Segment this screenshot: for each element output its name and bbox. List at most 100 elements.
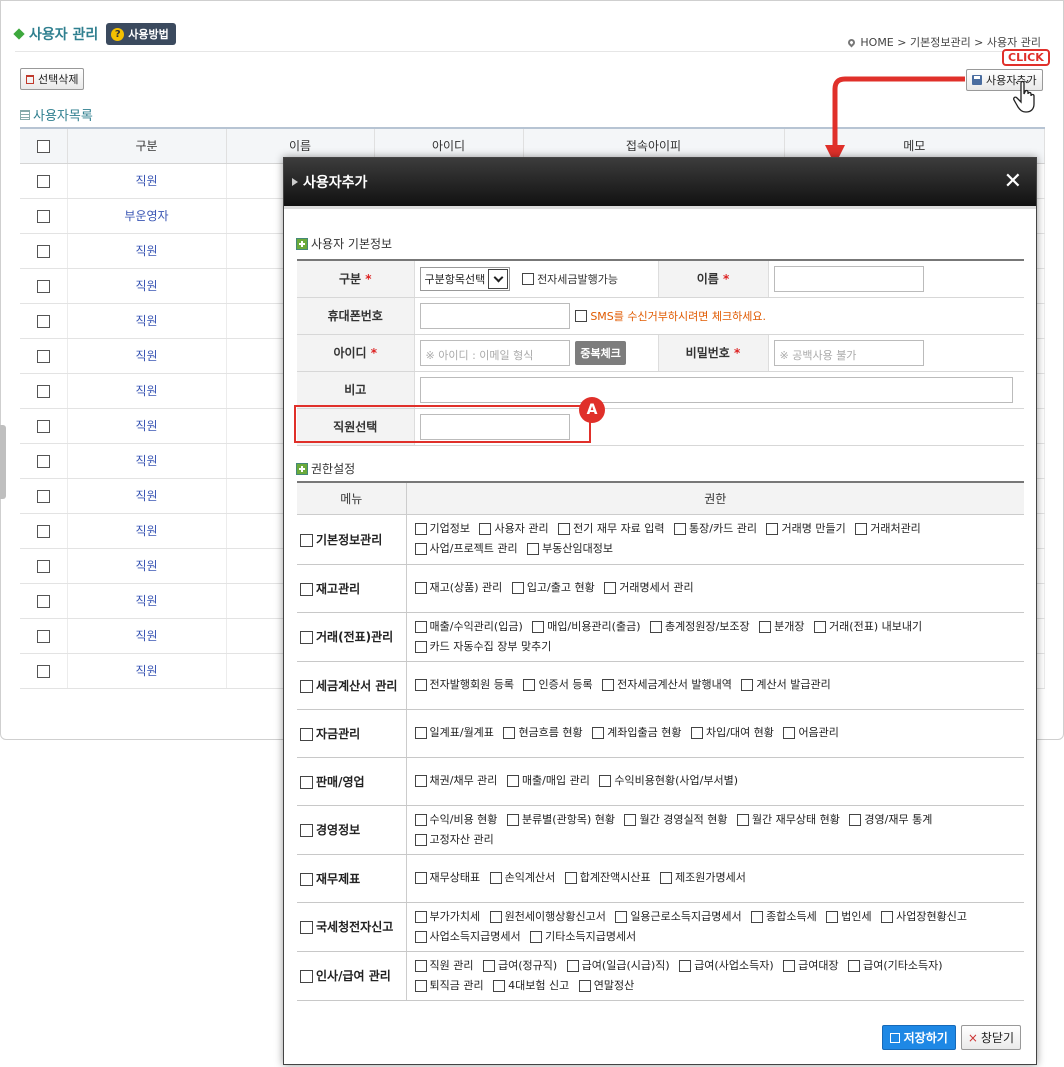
permission-checkbox[interactable] [602,679,615,691]
menu-checkbox[interactable] [300,970,313,983]
permission-item[interactable]: 계좌입출금 현황 [592,726,682,739]
row-category[interactable]: 직원 [67,268,227,304]
permission-checkbox[interactable] [849,813,862,826]
permission-checkbox[interactable] [826,910,839,923]
row-category[interactable]: 직원 [67,163,227,199]
permission-checkbox[interactable] [558,523,571,535]
row-checkbox[interactable] [36,419,50,433]
permission-item[interactable]: 퇴직금 관리 [414,979,484,992]
note-input[interactable] [419,376,1013,403]
permission-item[interactable]: 직원 관리 [414,959,473,972]
permission-checkbox[interactable] [414,910,427,923]
permission-item[interactable]: 어음관리 [783,726,839,739]
row-checkbox[interactable] [36,594,50,608]
category-select[interactable]: 구분항목선택 [419,266,511,291]
row-category[interactable]: 부운영자 [67,198,227,234]
permission-checkbox[interactable] [506,775,519,787]
permission-menu-cell[interactable]: 거래(전표)관리 [297,612,407,662]
permission-item[interactable]: 수익비용현황(사업/부서별) [599,774,738,787]
permission-item[interactable]: 월간 경영실적 현황 [624,813,727,826]
permission-item[interactable]: 수익/비용 현황 [414,813,497,826]
permission-checkbox[interactable] [848,959,861,972]
permission-checkbox[interactable] [414,582,427,594]
permission-checkbox[interactable] [414,727,427,739]
permission-item[interactable]: 급여(정규직) [482,959,557,972]
permission-item[interactable]: 법인세 [826,910,872,923]
permission-item[interactable]: 재무상태표 [414,871,480,884]
row-category[interactable]: 직원 [67,583,227,619]
name-input[interactable] [773,265,924,292]
permission-menu-cell[interactable]: 기본정보관리 [297,514,407,565]
password-input[interactable]: ※ 공백사용 불가 [773,339,924,366]
permission-checkbox[interactable] [414,872,427,884]
menu-checkbox[interactable] [300,533,313,547]
permission-item[interactable]: 분개장 [759,620,805,633]
row-category[interactable]: 직원 [67,338,227,374]
permission-checkbox[interactable] [530,930,543,943]
duplicate-check-button[interactable]: 중복체크 [575,340,626,365]
row-checkbox[interactable] [36,314,50,328]
permission-item[interactable]: 거래처관리 [855,522,921,535]
permission-item[interactable]: 거래명세서 관리 [604,581,694,594]
permission-item[interactable]: 채권/채무 관리 [414,774,497,787]
menu-checkbox[interactable] [300,872,313,886]
permission-checkbox[interactable] [489,910,502,923]
permission-item[interactable]: 연말정산 [578,979,634,992]
permission-checkbox[interactable] [814,620,827,633]
row-category[interactable]: 직원 [67,233,227,269]
permission-checkbox[interactable] [532,620,545,633]
permission-checkbox[interactable] [493,979,506,992]
permission-item[interactable]: 경영/재무 통계 [849,813,932,826]
permission-checkbox[interactable] [615,910,628,923]
permission-item[interactable]: 합계잔액시산표 [564,871,651,884]
permission-item[interactable]: 전자세금계산서 발행내역 [602,678,732,691]
permission-item[interactable]: 입고/출고 현황 [511,581,595,594]
permission-checkbox[interactable] [414,813,427,826]
permission-checkbox[interactable] [578,979,591,992]
permission-item[interactable]: 일용근로소득지급명세서 [615,910,742,923]
permission-checkbox[interactable] [674,523,687,535]
permission-menu-cell[interactable]: 재고관리 [297,564,407,613]
permission-checkbox[interactable] [592,727,605,739]
close-window-button[interactable]: × 창닫기 [960,1025,1021,1050]
permission-checkbox[interactable] [414,979,427,992]
permission-item[interactable]: 현금흐름 현황 [503,726,583,739]
permission-checkbox[interactable] [624,813,637,826]
row-category[interactable]: 직원 [67,373,227,409]
permission-item[interactable]: 통장/카드 관리 [674,522,757,535]
permission-checkbox[interactable] [506,813,519,826]
row-checkbox[interactable] [36,209,50,223]
permission-menu-cell[interactable]: 경영정보 [297,805,407,855]
permission-checkbox[interactable] [759,620,772,633]
permission-item[interactable]: 전자발행회원 등록 [414,678,514,691]
permission-item[interactable]: 전기 재무 자료 입력 [558,522,665,535]
row-checkbox[interactable] [36,559,50,573]
permission-checkbox[interactable] [511,582,524,594]
permission-item[interactable]: 카드 자동수집 장부 맞추기 [414,640,551,653]
close-x-icon[interactable]: ✕ [1004,170,1022,194]
permission-item[interactable]: 사업/프로젝트 관리 [414,542,518,555]
permission-checkbox[interactable] [881,910,894,923]
permission-menu-cell[interactable]: 자금관리 [297,709,407,758]
permission-item[interactable]: 급여대장 [783,959,839,972]
permission-checkbox[interactable] [479,523,492,535]
permission-checkbox[interactable] [599,775,612,787]
row-category[interactable]: 직원 [67,478,227,514]
help-button[interactable]: ? 사용방법 [106,23,176,45]
row-checkbox[interactable] [36,629,50,643]
etax-checkbox[interactable] [522,272,535,285]
row-category[interactable]: 직원 [67,618,227,654]
permission-item[interactable]: 손익계산서 [489,871,555,884]
permission-item[interactable]: 월간 재무상태 현황 [736,813,840,826]
permission-item[interactable]: 분류별(관항목) 현황 [506,813,615,826]
permission-checkbox[interactable] [736,813,749,826]
save-button[interactable]: 저장하기 [881,1025,956,1050]
row-checkbox[interactable] [36,244,50,258]
permission-item[interactable]: 사업장현황신고 [881,910,967,923]
permission-checkbox[interactable] [414,640,427,653]
permission-item[interactable]: 매입/비용관리(출금) [532,620,641,633]
menu-checkbox[interactable] [300,921,313,934]
menu-checkbox[interactable] [300,824,313,837]
row-checkbox[interactable] [36,524,50,538]
permission-checkbox[interactable] [414,679,427,691]
